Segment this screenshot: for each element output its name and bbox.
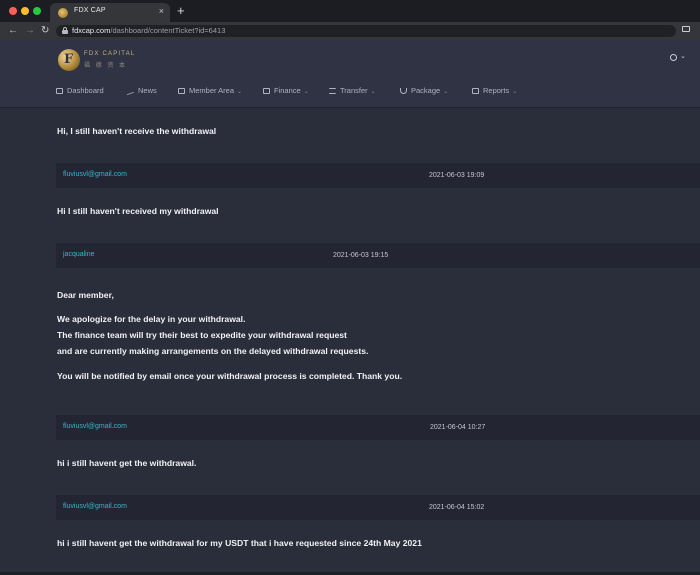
reload-icon[interactable]: ↻ (41, 24, 49, 37)
url-text: fdxcap.com/dashboard/contentTicket?id=64… (72, 26, 226, 35)
report-icon (472, 88, 479, 94)
site-logo[interactable]: FDX CAPITAL 福 德 资 本 (58, 49, 134, 73)
menu-item-news[interactable]: News (127, 86, 157, 96)
ticket-message: hi i still havent get the withdrawal. (57, 458, 197, 468)
entry-timestamp: 2021-06-04 10:27 (430, 424, 486, 431)
ticket-message: Hi I still haven't received my withdrawa… (57, 206, 219, 216)
ticket-entry-header: fluviusvl@gmail.com 2021-06-04 10:27 (56, 415, 700, 440)
logo-name: FDX CAPITAL (84, 51, 136, 57)
edit-icon (263, 88, 270, 94)
menu-item-dashboard[interactable]: Dashboard (56, 86, 104, 95)
ticket-message: hi i still havent get the withdrawal for… (57, 538, 422, 548)
favicon-icon (58, 8, 68, 18)
reply-line: You will be notified by email once your … (57, 371, 403, 381)
reply-line: and are currently making arrangements on… (57, 346, 369, 356)
ticket-entry-header: fluviusvl@gmail.com 2021-06-04 15:02 (56, 495, 700, 520)
new-tab-button[interactable]: + (177, 3, 185, 18)
tab-title: FDX CAP (74, 7, 106, 14)
chevron-down-icon: ⌄ (443, 89, 449, 95)
logo-icon (58, 49, 80, 71)
back-arrow-icon[interactable]: ← (8, 24, 18, 37)
chevron-down-icon: ⌄ (237, 89, 243, 95)
lock-icon[interactable] (62, 27, 68, 34)
entry-timestamp: 2021-06-04 15:02 (429, 504, 485, 511)
entry-author: fluviusvl@gmail.com (63, 423, 127, 430)
ticket-message: Hi, I still haven't receive the withdraw… (57, 126, 217, 136)
ticket-thread: Hi, I still haven't receive the withdraw… (0, 108, 700, 575)
camera-icon[interactable] (682, 26, 690, 32)
ticket-entry-header: jacqualine 2021-06-03 19:15 (56, 243, 700, 268)
menu-item-transfer[interactable]: Transfer ⌄ (329, 86, 376, 95)
close-window-button[interactable] (9, 7, 17, 15)
chevron-down-icon: ⌄ (303, 89, 309, 95)
card-icon (178, 88, 185, 94)
maximize-window-button[interactable] (33, 7, 41, 15)
anchor-icon (400, 88, 407, 94)
reply-line: We apologize for the delay in your withd… (57, 314, 246, 324)
monitor-icon (56, 88, 63, 94)
logo-subtitle: 福 德 资 本 (84, 63, 128, 69)
ticket-entry-header: fluviusvl@gmail.com 2021-06-03 19:09 (56, 163, 700, 188)
menu-item-reports[interactable]: Reports ⌄ (472, 86, 517, 95)
menu-item-member-area[interactable]: Member Area ⌄ (178, 86, 242, 95)
entry-timestamp: 2021-06-03 19:09 (429, 172, 485, 179)
entry-author: fluviusvl@gmail.com (63, 503, 127, 510)
chevron-down-icon: ⌄ (370, 89, 376, 95)
list-icon (329, 88, 336, 94)
trend-icon (127, 86, 134, 96)
reply-line: The finance team will try their best to … (57, 330, 347, 340)
tab-close-button[interactable]: × (159, 6, 164, 16)
url-input[interactable]: fdxcap.com/dashboard/contentTicket?id=64… (56, 25, 676, 37)
chevron-down-icon[interactable]: ⌄ (680, 52, 686, 60)
entry-author: fluviusvl@gmail.com (63, 171, 127, 178)
menu-item-package[interactable]: Package ⌄ (400, 86, 448, 95)
address-bar: ← → ↻ fdxcap.com/dashboard/contentTicket… (0, 22, 700, 40)
forward-arrow-icon[interactable]: → (25, 24, 35, 37)
entry-author: jacqualine (63, 251, 95, 258)
browser-tab[interactable]: FDX CAP × (50, 3, 170, 22)
menu-item-finance[interactable]: Finance ⌄ (263, 86, 309, 95)
chat-icon[interactable] (670, 54, 677, 61)
minimize-window-button[interactable] (21, 7, 29, 15)
reply-line: Dear member, (57, 290, 114, 300)
site-header: FDX CAPITAL 福 德 资 本 ⌄ Dashboard News Mem… (0, 40, 700, 108)
browser-tab-bar: FDX CAP × + (0, 0, 700, 22)
entry-timestamp: 2021-06-03 19:15 (333, 252, 389, 259)
chevron-down-icon: ⌄ (512, 89, 518, 95)
